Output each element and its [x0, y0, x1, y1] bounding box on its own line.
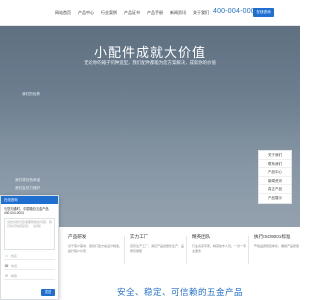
chat-title: 在线咨询 — [1, 196, 58, 204]
chat-send-button[interactable]: 发送 — [41, 289, 55, 296]
float-menu-item[interactable]: 关于我们 — [259, 151, 291, 160]
nav-item-products[interactable]: 产品中心 — [78, 10, 94, 16]
feature-item: 执行ISO9001标准 严格品质把控体系，确保产品质量 — [254, 234, 300, 249]
hero-title: 小配件成就大价值 — [93, 45, 206, 60]
feature-item: 实力工厂 自有生产工厂，满足产品批量化生产，品质有保障 — [130, 234, 184, 253]
nav-item-about[interactable]: 关于我们 — [193, 10, 209, 16]
chat-message-input[interactable]: 请告诉我们您需要帮助的问题，我们将尽快回复您！（必填） — [4, 218, 55, 251]
chat-phone-field[interactable]: ☎ 电话 — [4, 263, 55, 271]
chat-email-placeholder: 邮箱 — [11, 274, 18, 279]
hero-caption: 我们的优势 — [22, 92, 40, 96]
nav-item-certificates[interactable]: 产品证书 — [124, 10, 140, 16]
feature-title: 精英团队 — [192, 234, 211, 239]
feature-item: 精英团队 行业资深专家，精英技术人员，一对一专业服务 — [192, 234, 246, 253]
chat-window: 在线咨询 与您沟通时，中国箱包五金产品 400-004-0003 请告诉我们您需… — [0, 195, 59, 300]
main-nav: 网站首页 产品中心 行业案例 产品证书 产品手册 新闻资讯 关于我们 — [55, 0, 216, 26]
logo-icon[interactable] — [0, 0, 38, 26]
feature-divider — [248, 236, 249, 264]
float-menu-item[interactable]: 联系我们 — [259, 160, 291, 169]
floating-side-menu: 关于我们 联系我们 产品中心 新闻资讯 真正产品 产品展示 — [258, 150, 292, 204]
nav-item-cases[interactable]: 行业案例 — [101, 10, 117, 16]
hero-subtitle: 无论你的箱子何种造型，我们配件都能为您方案解决，成就你的价值 — [84, 60, 216, 65]
nav-item-news[interactable]: 新闻资讯 — [170, 10, 186, 16]
feature-item: 产品研发 基于客户需求，量身打造方案设计制造，提升客户价值 — [68, 234, 122, 253]
nav-item-manual[interactable]: 产品手册 — [147, 10, 163, 16]
feature-description: 严格品质把控体系，确保产品质量 — [254, 244, 300, 248]
online-consult-button[interactable]: 在线咨询 — [253, 8, 274, 17]
top-navigation-bar: 网站首页 产品中心 行业案例 产品证书 产品手册 新闻资讯 关于我们 400-0… — [0, 0, 300, 26]
feature-strip: 产品研发 基于客户需求，量身打造方案设计制造，提升客户价值 实力工厂 自有生产工… — [62, 234, 300, 280]
slogan-heading: 安全、稳定、可信赖的五金产品 — [116, 287, 243, 297]
feature-divider — [186, 236, 187, 264]
chat-phone-placeholder: 电话 — [11, 264, 18, 269]
feature-title: 执行ISO9001标准 — [254, 234, 291, 239]
feature-description: 行业资深专家，精英技术人员，一对一专业服务 — [192, 244, 247, 253]
feature-description: 自有生产工厂，满足产品批量化生产，品质有保障 — [130, 244, 185, 253]
float-menu-item[interactable]: 真正产品 — [259, 185, 291, 194]
chat-name-placeholder: 姓名 — [11, 254, 18, 259]
hero-caption: 我们会尽力做好 — [15, 186, 41, 190]
chat-greeting: 与您沟通时，中国箱包五金产品 — [4, 207, 49, 211]
float-menu-item[interactable]: 新闻资讯 — [259, 177, 291, 186]
feature-title: 产品研发 — [68, 234, 87, 239]
page: 网站首页 产品中心 行业案例 产品证书 产品手册 新闻资讯 关于我们 400-0… — [0, 0, 300, 300]
hero-caption: 我们将仍然承诺 — [15, 178, 41, 182]
chat-email-field[interactable]: ✉ 邮箱 — [4, 273, 55, 281]
feature-title: 实力工厂 — [130, 234, 149, 239]
feature-description: 基于客户需求，量身打造方案设计制造，提升客户价值 — [68, 244, 123, 253]
chat-name-field[interactable]: ☺ 姓名 — [4, 253, 55, 261]
nav-item-home[interactable]: 网站首页 — [55, 10, 71, 16]
float-menu-item[interactable]: 产品展示 — [259, 194, 291, 203]
chat-phone: 400-004-0003 — [4, 211, 24, 216]
float-menu-item[interactable]: 产品中心 — [259, 168, 291, 177]
feature-divider — [124, 236, 125, 264]
